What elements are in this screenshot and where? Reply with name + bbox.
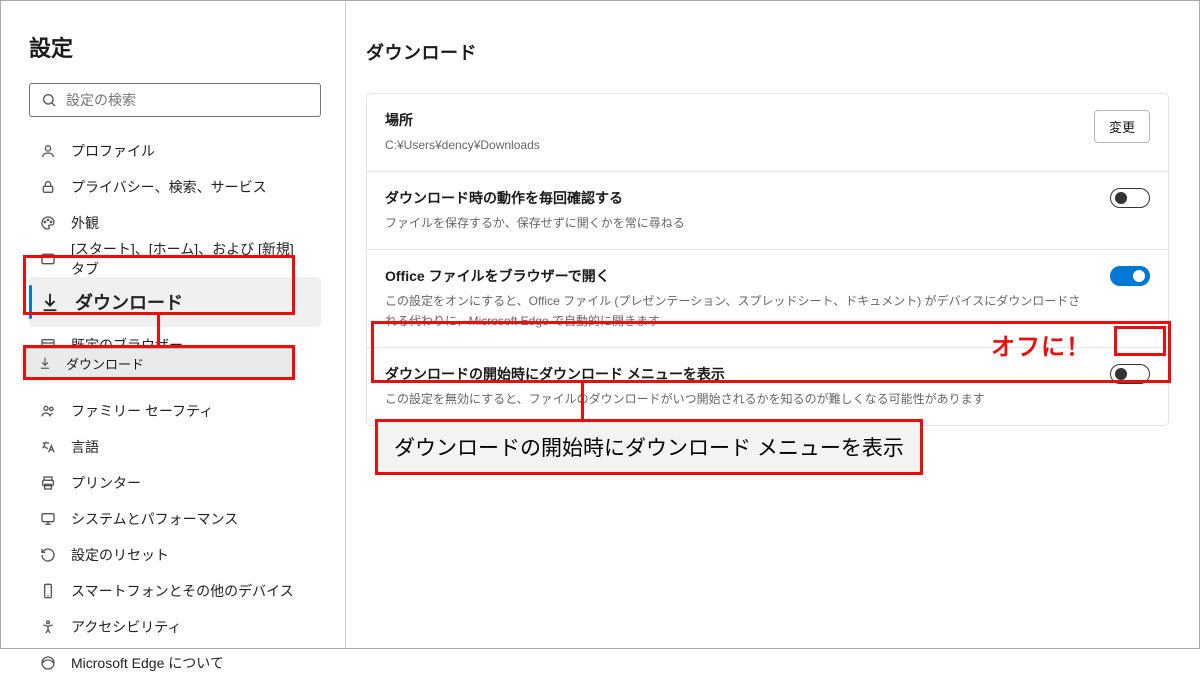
sidebar-item-family[interactable]: ファミリー セーフティ (29, 393, 321, 429)
window-icon (39, 250, 57, 268)
toggle-office-open[interactable] (1110, 266, 1150, 286)
search-icon (40, 91, 58, 109)
downloads-card: 場所 C:¥Users¥dency¥Downloads 変更 ダウンロード時の動… (366, 93, 1169, 426)
lock-icon (39, 178, 57, 196)
row-location: 場所 C:¥Users¥dency¥Downloads 変更 (367, 94, 1168, 172)
sidebar-dropdown-downloads[interactable]: ダウンロード (23, 348, 295, 378)
sidebar-item-label: プロファイル (71, 141, 155, 161)
office-title: Office ファイルをブラウザーで開く (385, 266, 1090, 286)
sidebar-item-label: アクセシビリティ (71, 617, 181, 637)
sidebar-item-system[interactable]: システムとパフォーマンス (29, 501, 321, 537)
confirm-sub: ファイルを保存するか、保存せずに開くかを常に尋ねる (385, 214, 1090, 233)
sidebar-item-label: Microsoft Edge について (71, 653, 224, 673)
sidebar-item-profile[interactable]: プロファイル (29, 133, 321, 169)
settings-content: ダウンロード 場所 C:¥Users¥dency¥Downloads 変更 ダウ… (346, 1, 1199, 648)
printer-icon (39, 474, 57, 492)
row-confirm-each: ダウンロード時の動作を毎回確認する ファイルを保存するか、保存せずに開くかを常に… (367, 172, 1168, 250)
phone-icon (39, 582, 57, 600)
reset-icon (39, 546, 57, 564)
profile-icon (39, 142, 57, 160)
sidebar-item-label: システムとパフォーマンス (71, 509, 238, 529)
palette-icon (39, 214, 57, 232)
settings-search[interactable] (29, 83, 321, 117)
sidebar-item-label: 外観 (71, 213, 99, 233)
confirm-title: ダウンロード時の動作を毎回確認する (385, 188, 1090, 208)
family-icon (39, 402, 57, 420)
sidebar-title: 設定 (29, 31, 321, 63)
accessibility-icon (39, 618, 57, 636)
row-show-menu: ダウンロードの開始時にダウンロード メニューを表示 この設定を無効にすると、ファ… (367, 348, 1168, 425)
sidebar-item-reset[interactable]: 設定のリセット (29, 537, 321, 573)
sidebar-item-label: [スタート]、[ホーム]、および [新規] タブ (71, 239, 311, 279)
sidebar-item-label: 設定のリセット (71, 545, 169, 565)
sidebar-item-label: ダウンロード (75, 289, 183, 315)
toggle-confirm-each[interactable] (1110, 188, 1150, 208)
sidebar-item-appearance[interactable]: 外観 (29, 205, 321, 241)
settings-sidebar: 設定 プロファイル プライバシー、検索、サービス 外観 [スタート]、[ホーム]… (1, 1, 346, 648)
sidebar-item-privacy[interactable]: プライバシー、検索、サービス (29, 169, 321, 205)
row-office: Office ファイルをブラウザーで開く この設定をオンにすると、Office … (367, 250, 1168, 347)
search-input[interactable] (66, 92, 310, 108)
annotation-callout-text: ダウンロードの開始時にダウンロード メニューを表示 (375, 419, 923, 475)
showmenu-sub: この設定を無効にすると、ファイルのダウンロードがいつ開始されるかを知るのが難しく… (385, 390, 1090, 409)
page-title: ダウンロード (366, 39, 1169, 65)
monitor-icon (39, 510, 57, 528)
sidebar-item-label: プライバシー、検索、サービス (71, 177, 267, 197)
sidebar-item-downloads[interactable]: ダウンロード (29, 277, 321, 327)
toggle-show-download-menu[interactable] (1110, 364, 1150, 384)
sidebar-dropdown-label: ダウンロード (66, 354, 144, 373)
sidebar-item-printer[interactable]: プリンター (29, 465, 321, 501)
language-icon (39, 438, 57, 456)
change-location-button[interactable]: 変更 (1094, 110, 1150, 143)
edge-icon (39, 654, 57, 672)
download-icon (39, 291, 61, 313)
showmenu-title: ダウンロードの開始時にダウンロード メニューを表示 (385, 364, 1090, 384)
download-icon (36, 354, 54, 372)
sidebar-item-label: ファミリー セーフティ (71, 401, 213, 421)
sidebar-item-about[interactable]: Microsoft Edge について (29, 645, 321, 681)
sidebar-item-accessibility[interactable]: アクセシビリティ (29, 609, 321, 645)
sidebar-item-start[interactable]: [スタート]、[ホーム]、および [新規] タブ (29, 241, 321, 277)
sidebar-item-phone[interactable]: スマートフォンとその他のデバイス (29, 573, 321, 609)
sidebar-item-label: プリンター (71, 473, 141, 493)
location-path: C:¥Users¥dency¥Downloads (385, 136, 1074, 155)
sidebar-item-language[interactable]: 言語 (29, 429, 321, 465)
location-label: 場所 (385, 110, 1074, 130)
office-sub: この設定をオンにすると、Office ファイル (プレゼンテーション、スプレッド… (385, 292, 1090, 330)
sidebar-item-label: スマートフォンとその他のデバイス (71, 581, 294, 601)
sidebar-item-label: 言語 (71, 437, 99, 457)
